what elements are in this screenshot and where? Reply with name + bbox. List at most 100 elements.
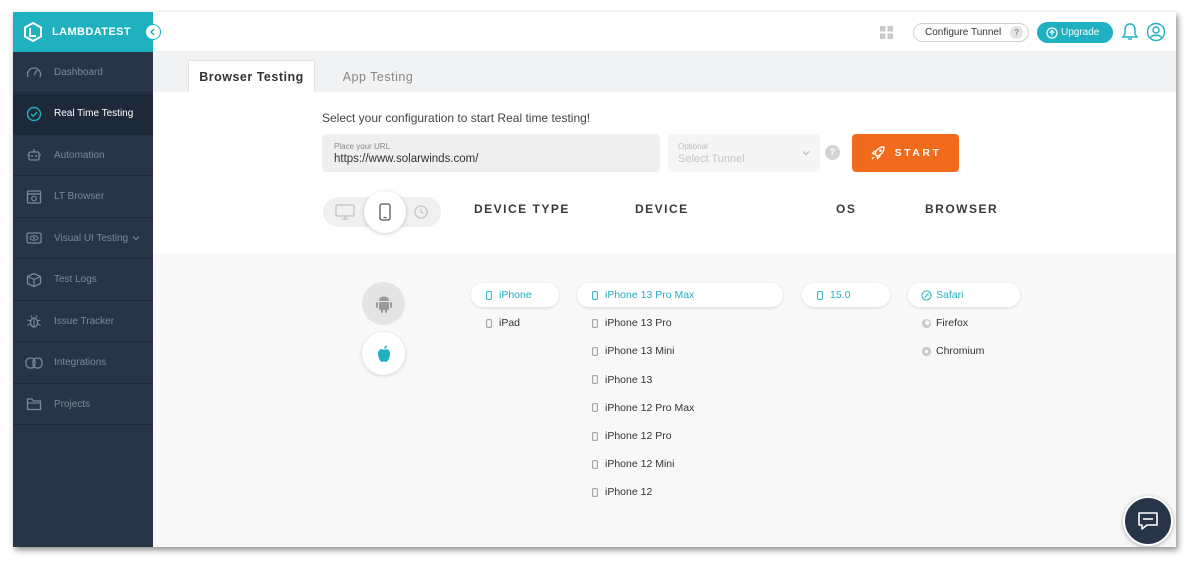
- url-input[interactable]: Place your URL https://www.solarwinds.co…: [322, 134, 660, 172]
- device-option[interactable]: iPhone 13 Pro Max: [577, 283, 783, 307]
- mobile-toggle[interactable]: [364, 191, 406, 233]
- android-os-button[interactable]: [362, 282, 405, 325]
- sidebar-item-label: Integrations: [54, 357, 107, 368]
- column-header-device: DEVICE: [635, 202, 689, 216]
- device-option[interactable]: iPhone 13 Mini: [577, 339, 674, 363]
- apple-icon: [377, 344, 390, 362]
- device-option-label: iPhone 12 Mini: [605, 458, 675, 471]
- upgrade-button[interactable]: Upgrade: [1037, 22, 1113, 43]
- desktop-toggle[interactable]: [330, 197, 360, 227]
- configure-tunnel-button[interactable]: Configure Tunnel ?: [913, 23, 1029, 42]
- device-option[interactable]: iPhone 12 Pro: [577, 424, 672, 448]
- sidebar-item-label: Issue Tracker: [54, 315, 115, 327]
- eye-icon: [24, 228, 44, 248]
- mobile-device-icon: [589, 431, 601, 441]
- folder-icon: [24, 394, 44, 414]
- device-option-label: iPhone 13 Pro Max: [605, 289, 695, 301]
- config-panel: Select your configuration to start Real …: [153, 92, 1176, 254]
- mobile-device-icon: [589, 346, 601, 356]
- device-option[interactable]: iPhone 13: [577, 368, 652, 392]
- mobile-phone-icon: [379, 203, 391, 221]
- mobile-device-icon: [589, 318, 601, 328]
- device-type-option[interactable]: iPhone: [471, 283, 559, 307]
- mobile-device-icon: [589, 487, 601, 497]
- url-placeholder: Place your URL: [334, 142, 391, 151]
- device-category-toggle: [323, 191, 441, 233]
- integrations-icon: [24, 353, 44, 373]
- url-value: https://www.solarwinds.com/: [334, 153, 479, 165]
- mobile-device-icon: [589, 403, 601, 413]
- mobile-device-icon: [483, 318, 495, 328]
- brand-name: LAMBDATEST: [52, 26, 131, 38]
- sidebar-item-projects[interactable]: Projects: [13, 384, 153, 425]
- configure-tunnel-label: Configure Tunnel: [925, 27, 1002, 38]
- mobile-device-icon: [589, 375, 601, 384]
- device-option[interactable]: iPhone 12: [577, 480, 652, 504]
- column-header-browser: BROWSER: [925, 202, 999, 216]
- bell-icon[interactable]: [1121, 22, 1139, 42]
- apps-grid-icon[interactable]: [880, 26, 893, 39]
- sidebar-item-dashboard[interactable]: Dashboard: [13, 52, 153, 93]
- device-option-label: iPhone 13 Mini: [605, 345, 675, 358]
- tunnel-select[interactable]: Optional Select Tunnel: [668, 134, 820, 172]
- device-option-label: iPhone 13 Pro: [605, 317, 672, 330]
- user-profile-icon[interactable]: [1146, 22, 1166, 42]
- browser-option[interactable]: Chromium: [908, 339, 984, 363]
- sidebar-item-label: LT Browser: [54, 191, 105, 202]
- browser-option-label: Chromium: [936, 345, 985, 357]
- rocket-icon: [871, 146, 885, 160]
- tab-app-testing[interactable]: App Testing: [323, 60, 433, 93]
- sidebar: LAMBDATEST Dashboard Real Time Testing Aut…: [13, 12, 153, 547]
- sidebar-item-label: Projects: [54, 398, 91, 410]
- tab-browser-testing[interactable]: Browser Testing: [188, 60, 315, 93]
- sidebar-item-label: Visual UI Testing: [54, 232, 129, 244]
- clock-icon: [24, 104, 44, 124]
- device-option-label: iPhone 13: [605, 373, 653, 386]
- chromium-icon: [920, 346, 932, 357]
- firefox-icon: [920, 318, 932, 329]
- chat-icon: [1138, 512, 1158, 530]
- sidebar-item-label: Dashboard: [54, 66, 103, 78]
- device-type-option-label: iPhone: [499, 289, 532, 301]
- bug-icon: [24, 311, 44, 331]
- device-option[interactable]: iPhone 12 Mini: [577, 452, 674, 476]
- sidebar-collapse-button[interactable]: [145, 24, 161, 40]
- lambdatest-logo-icon: [23, 22, 43, 42]
- robot-icon: [24, 145, 44, 165]
- tunnel-help-icon[interactable]: ?: [825, 145, 840, 160]
- sidebar-item-label: Automation: [54, 149, 105, 161]
- upgrade-arrow-icon: [1046, 26, 1058, 39]
- history-toggle[interactable]: [406, 197, 436, 227]
- os-version-option[interactable]: 15.0: [802, 283, 890, 307]
- chat-support-button[interactable]: [1123, 496, 1173, 546]
- device-type-option[interactable]: iPad: [471, 311, 520, 335]
- browser-option[interactable]: Firefox: [908, 311, 968, 335]
- sidebar-item-integrations[interactable]: Integrations: [13, 343, 153, 384]
- sidebar-item-visual-ui-testing[interactable]: Visual UI Testing: [13, 218, 153, 259]
- dashboard-icon: [24, 62, 44, 82]
- column-header-device-type: DEVICE TYPE: [474, 202, 570, 216]
- tunnel-optional-label: Optional: [678, 142, 708, 151]
- sidebar-item-lt-browser[interactable]: LT Browser: [13, 177, 153, 218]
- browser-option[interactable]: Safari: [908, 283, 1020, 307]
- sidebar-item-real-time-testing[interactable]: Real Time Testing: [13, 93, 153, 135]
- safari-icon: [920, 289, 932, 301]
- android-icon: [375, 296, 392, 313]
- logo-bar: LAMBDATEST: [13, 12, 153, 52]
- sidebar-item-automation[interactable]: Automation: [13, 135, 153, 176]
- browser-option-label: Firefox: [936, 317, 969, 329]
- sidebar-item-test-logs[interactable]: Test Logs: [13, 260, 153, 301]
- upgrade-label: Upgrade: [1061, 27, 1100, 38]
- start-button[interactable]: START: [852, 134, 959, 172]
- device-option[interactable]: iPhone 12 Pro Max: [577, 396, 694, 420]
- ios-os-button[interactable]: [362, 332, 405, 375]
- sidebar-item-issue-tracker[interactable]: Issue Tracker: [13, 301, 153, 342]
- desktop-icon: [335, 204, 355, 220]
- mobile-device-icon: [589, 290, 601, 300]
- device-option-label: iPhone 12 Pro Max: [605, 401, 695, 414]
- sidebar-item-label: Real Time Testing: [54, 108, 134, 119]
- start-label: START: [894, 147, 942, 159]
- mobile-device-icon: [589, 459, 601, 469]
- device-option[interactable]: iPhone 13 Pro: [577, 311, 672, 335]
- chevron-down-icon: [802, 151, 810, 156]
